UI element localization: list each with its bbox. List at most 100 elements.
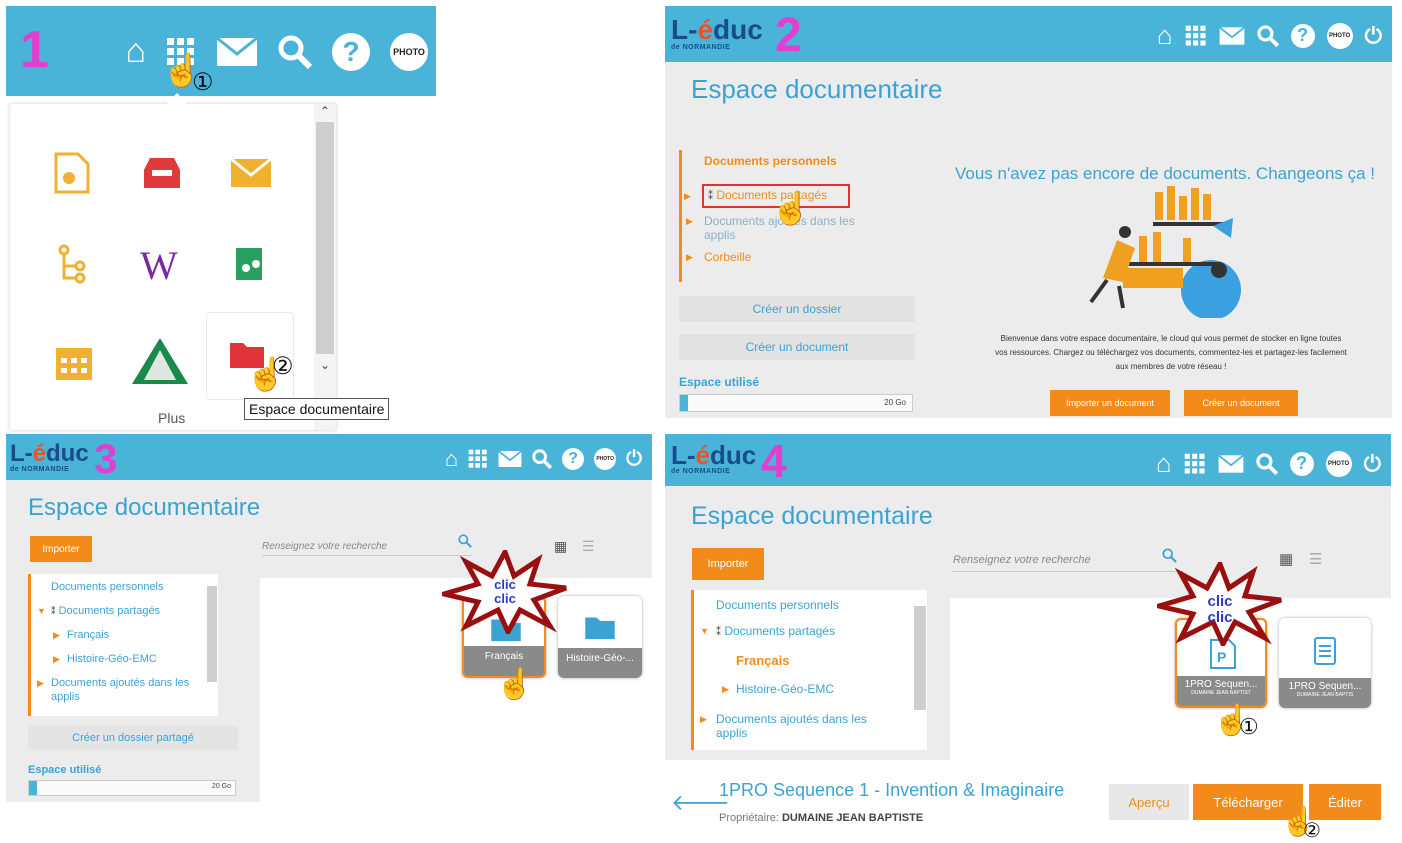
logo: L-éduc de NORMANDIE — [10, 440, 89, 474]
panel-step-1: 1 ⌂ ? PHOTO ☝ ① W ⌃ ⌄ Plus ☝ ② Espace do… — [6, 6, 436, 434]
photo-avatar[interactable]: PHOTO — [1325, 450, 1352, 477]
mail-icon[interactable] — [1218, 26, 1245, 46]
step-number: 4 — [761, 435, 787, 487]
help-icon[interactable]: ? — [562, 448, 585, 470]
tree-item-shared[interactable]: ▼ ⁑ Documents partagés — [700, 624, 927, 640]
page-title: Espace documentaire — [691, 502, 933, 530]
space-used-label: Espace utilisé — [679, 375, 760, 389]
step-marker-2: ② — [272, 353, 294, 380]
header-icons: ⌂ ? PHOTO ⏻ — [1156, 448, 1381, 479]
inbox-icon[interactable] — [142, 156, 182, 195]
tree-item-histoire[interactable]: ▶ Histoire-Géo-EMC — [722, 682, 927, 696]
mindmap-icon[interactable] — [130, 336, 190, 391]
step-number: 2 — [775, 9, 802, 62]
home-icon[interactable]: ⌂ — [445, 446, 458, 472]
wiki-icon[interactable]: W — [140, 242, 178, 289]
tree-item-francais[interactable]: Français — [736, 654, 927, 668]
tree-item-trash[interactable]: ▶ Corbeille — [686, 250, 915, 264]
help-icon[interactable]: ? — [1290, 23, 1315, 48]
header-icons: ⌂ ? PHOTO ⏻ — [1157, 20, 1382, 51]
help-icon[interactable]: ? — [1289, 451, 1314, 476]
preview-button[interactable]: Aperçu — [1109, 784, 1189, 820]
space-used-bar: 20 Go — [28, 780, 236, 796]
search-input[interactable]: Renseignez votre recherche — [953, 548, 1183, 572]
help-icon[interactable]: ? — [332, 32, 370, 71]
home-icon[interactable]: ⌂ — [1156, 448, 1172, 479]
import-button[interactable]: Importer — [30, 536, 92, 562]
file-card-2[interactable]: 1PRO Sequen... DUMAINE JEAN BAPTIS — [1279, 618, 1371, 708]
tree-item-personal[interactable]: Documents personnels — [51, 580, 218, 594]
space-used-bar: 20 Go — [679, 394, 913, 412]
file-name: 1PRO Sequen... — [1288, 681, 1362, 692]
photo-avatar[interactable]: PHOTO — [1326, 22, 1353, 49]
apps-grid-icon[interactable] — [1185, 25, 1207, 47]
space-used-value: 20 Go — [884, 398, 906, 407]
apps-grid-icon[interactable] — [468, 449, 488, 469]
share-icon: ⁑ — [708, 191, 713, 202]
tree-caret-icon: ▶ — [37, 678, 44, 688]
mail-icon[interactable] — [216, 36, 258, 67]
apps-grid-icon[interactable] — [1184, 453, 1206, 475]
file-name: 1PRO Sequen... — [1184, 679, 1258, 690]
tree-item-francais[interactable]: ▶ Français — [53, 628, 218, 642]
tree-item-apps[interactable]: ▶ Documents ajoutés dans les applis — [37, 676, 201, 704]
panel-step-2: L-éduc de NORMANDIE 2 ⌂ ? PHOTO ⏻ Espace… — [665, 6, 1392, 418]
empty-title: Vous n'avez pas encore de documents. Cha… — [955, 164, 1376, 183]
create-document-cta[interactable]: Créer un document — [1184, 390, 1298, 416]
create-document-button[interactable]: Créer un document — [679, 334, 915, 360]
step-number: 1 — [20, 21, 49, 79]
create-folder-button[interactable]: Créer un dossier — [679, 296, 915, 322]
photo-avatar[interactable]: PHOTO — [390, 32, 428, 71]
logo: L-éduc de NORMANDIE — [671, 14, 763, 52]
search-icon[interactable] — [278, 35, 312, 69]
mail-icon[interactable] — [498, 450, 523, 468]
menu-scrollbar[interactable]: ⌃ ⌄ — [314, 104, 336, 430]
more-label[interactable]: Plus — [158, 410, 185, 426]
top-bar: L-éduc de NORMANDIE 2 ⌂ ? PHOTO ⏻ — [665, 6, 1392, 62]
tree-item-shared[interactable]: ▼ ⁑ Documents partagés — [37, 604, 218, 618]
folder-icon — [584, 614, 616, 645]
search-icon[interactable] — [532, 449, 553, 469]
tree-item-personal[interactable]: Documents personnels — [704, 154, 915, 168]
page-title: Espace documentaire — [691, 74, 943, 104]
tree-item-personal[interactable]: Documents personnels — [716, 598, 927, 612]
tree-caret-icon: ▶ — [700, 714, 707, 724]
tree-caret-icon: ▶ — [53, 630, 60, 640]
notes-icon[interactable] — [232, 244, 268, 289]
list-view-icon[interactable]: ☰ — [582, 538, 595, 555]
power-icon[interactable]: ⏻ — [1364, 451, 1381, 477]
folder-card-histoire[interactable]: Histoire-Géo-... — [558, 596, 642, 678]
photo-avatar[interactable]: PHOTO — [594, 448, 617, 470]
tree-caret-icon: ▼ — [700, 626, 709, 636]
tree-caret-icon: ▶ — [722, 684, 729, 694]
search-icon[interactable] — [1256, 24, 1279, 47]
tree-item-histoire[interactable]: ▶ Histoire-Géo-EMC — [53, 652, 218, 666]
import-button[interactable]: Importer — [692, 548, 764, 580]
power-icon[interactable]: ⏻ — [1365, 23, 1382, 49]
tree-scrollbar[interactable] — [914, 606, 926, 710]
tooltip: Espace documentaire — [244, 398, 390, 420]
search-input[interactable]: Renseignez votre recherche — [262, 534, 472, 556]
calendar-icon[interactable] — [54, 342, 94, 387]
create-shared-folder-button[interactable]: Créer un dossier partagé — [28, 726, 238, 750]
search-icon[interactable] — [1255, 452, 1278, 475]
home-icon[interactable]: ⌂ — [1157, 20, 1173, 51]
pointer-hand-icon: ☝ — [496, 668, 534, 701]
step-marker-1: ① — [192, 69, 214, 96]
power-icon[interactable]: ⏻ — [626, 448, 642, 471]
tree-item-apps[interactable]: ▶ Documents ajoutés dans les applis — [700, 712, 896, 740]
file-owner: DUMAINE JEAN BAPTIS — [1296, 692, 1354, 698]
scroll-up-icon[interactable]: ⌃ — [320, 104, 330, 118]
home-icon[interactable]: ⌂ — [125, 32, 146, 71]
tree-scrollbar[interactable] — [207, 586, 217, 682]
import-document-button[interactable]: Importer un document — [1050, 390, 1170, 416]
scroll-down-icon[interactable]: ⌄ — [320, 358, 330, 372]
envelope-icon[interactable] — [230, 157, 272, 193]
apps-menu: W ⌃ ⌄ Plus — [10, 93, 336, 430]
list-view-icon[interactable]: ☰ — [1309, 550, 1322, 568]
document-icon[interactable] — [54, 152, 90, 199]
edit-button[interactable]: Éditer — [1309, 784, 1381, 820]
mail-icon[interactable] — [1217, 454, 1244, 474]
space-used-label: Espace utilisé — [28, 764, 102, 776]
tree-structure-icon[interactable] — [58, 244, 88, 289]
